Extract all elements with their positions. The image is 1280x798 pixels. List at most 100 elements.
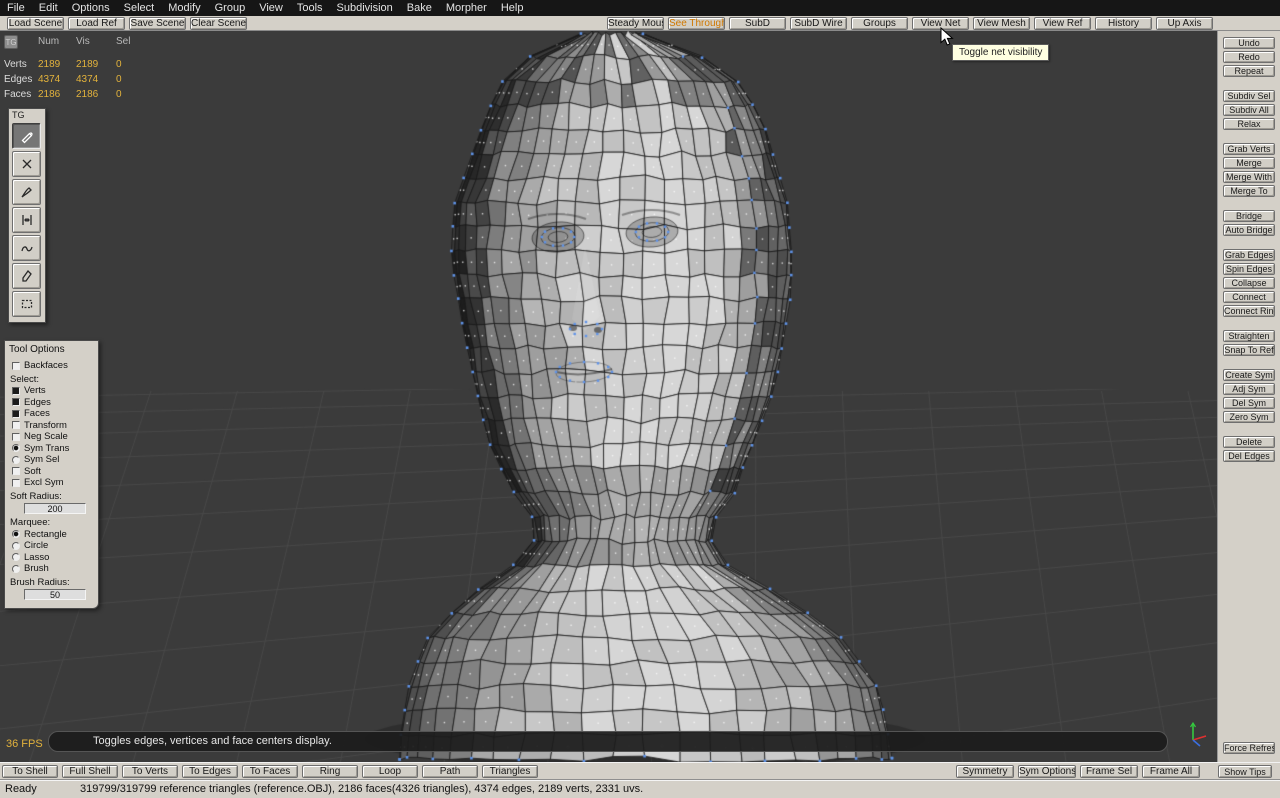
toolbar-button[interactable]: See Through (668, 17, 725, 30)
toolbar-button[interactable]: Groups (851, 17, 908, 30)
toolbar-button[interactable]: Path (422, 765, 478, 778)
toolbar-button[interactable]: SubD (729, 17, 786, 30)
toolbar-button[interactable]: Clear Scene (190, 17, 247, 30)
verts-checkbox[interactable]: Verts (9, 385, 94, 397)
action-button[interactable]: Spin Edges (1223, 263, 1275, 275)
toolbar-button[interactable]: View Ref (1034, 17, 1091, 30)
toolbar-button[interactable]: Ring (302, 765, 358, 778)
toolbar-button[interactable]: History (1095, 17, 1152, 30)
soft-checkbox[interactable]: Soft (9, 466, 94, 478)
rectangle-radio[interactable]: Rectangle (9, 529, 94, 541)
value-field[interactable]: 50 (24, 589, 86, 600)
draw-tool-button[interactable] (12, 123, 41, 149)
action-button[interactable]: Straighten (1223, 330, 1275, 342)
action-button[interactable]: Grab Verts (1223, 143, 1275, 155)
action-button[interactable]: Snap To Ref (1223, 344, 1275, 356)
action-button[interactable]: Repeat (1223, 65, 1275, 77)
control-box[interactable] (12, 530, 20, 538)
action-button[interactable]: Subdiv All (1223, 104, 1275, 116)
pen-tool-button[interactable] (12, 263, 41, 289)
circle-radio[interactable]: Circle (9, 540, 94, 552)
action-button[interactable]: Adj Sym (1223, 383, 1275, 395)
viewport-canvas[interactable] (0, 31, 1217, 762)
control-box[interactable] (12, 433, 20, 441)
toolbar-button[interactable]: Triangles (482, 765, 538, 778)
action-button[interactable]: Merge With (1223, 171, 1275, 183)
force-refresh-button[interactable]: Force Refresh (1223, 742, 1275, 754)
control-box[interactable] (12, 387, 20, 395)
lasso-radio[interactable]: Lasso (9, 552, 94, 564)
control-box[interactable] (12, 467, 20, 475)
delete-tool-button[interactable] (12, 151, 41, 177)
control-box[interactable] (12, 398, 20, 406)
tool-options-title[interactable]: Tool Options (9, 344, 94, 355)
toolbar-button[interactable]: To Faces (242, 765, 298, 778)
tool-palette-title[interactable]: TG (9, 109, 45, 121)
brush-tool-button[interactable] (12, 179, 41, 205)
control-box[interactable] (12, 479, 20, 487)
excl-sym-checkbox[interactable]: Excl Sym (9, 477, 94, 489)
toolbar-button[interactable]: Load Ref (68, 17, 125, 30)
action-button[interactable]: Undo (1223, 37, 1275, 49)
toolbar-button[interactable]: To Shell (2, 765, 58, 778)
neg-scale-checkbox[interactable]: Neg Scale (9, 431, 94, 443)
action-button[interactable]: Connect Ring (1223, 305, 1275, 317)
toolbar-button[interactable]: To Edges (182, 765, 238, 778)
menu-item[interactable]: Modify (161, 0, 207, 16)
action-button[interactable]: Collapse (1223, 277, 1275, 289)
action-button[interactable]: Redo (1223, 51, 1275, 63)
value-field[interactable]: 200 (24, 503, 86, 514)
action-button[interactable]: Del Sym (1223, 397, 1275, 409)
action-button[interactable]: Connect (1223, 291, 1275, 303)
brush-radius-input[interactable]: 50 (9, 588, 94, 601)
control-box[interactable] (12, 553, 20, 561)
toolbar-button[interactable]: Full Shell (62, 765, 118, 778)
toolbar-button[interactable]: Frame Sel (1080, 765, 1138, 778)
toolbar-button[interactable]: Steady Mouse (607, 17, 664, 30)
action-button[interactable]: Create Sym (1223, 369, 1275, 381)
toolbar-button[interactable]: Sym Options (1018, 765, 1076, 778)
action-button[interactable]: Zero Sym (1223, 411, 1275, 423)
menu-item[interactable]: Tools (290, 0, 330, 16)
menu-item[interactable]: File (0, 0, 32, 16)
control-box[interactable] (12, 444, 20, 452)
toolbar-button[interactable]: Save Scene (129, 17, 186, 30)
action-button[interactable]: Auto Bridge (1223, 224, 1275, 236)
toolbar-button[interactable]: SubD Wire (790, 17, 847, 30)
menu-item[interactable]: Select (117, 0, 162, 16)
show-tips-button[interactable]: Show Tips (1218, 765, 1272, 778)
toolbar-button[interactable]: Load Scene (7, 17, 64, 30)
menu-item[interactable]: Bake (400, 0, 439, 16)
marquee-select-tool-button[interactable] (12, 291, 41, 317)
menu-item[interactable]: Edit (32, 0, 65, 16)
soft-radius-input[interactable]: 200 (9, 502, 94, 515)
action-button[interactable]: Subdiv Sel (1223, 90, 1275, 102)
control-box[interactable] (12, 542, 20, 550)
menu-item[interactable]: Group (208, 0, 253, 16)
action-button[interactable]: Merge (1223, 157, 1275, 169)
edges-checkbox[interactable]: Edges (9, 397, 94, 409)
backfaces-checkbox[interactable]: Backfaces (9, 360, 94, 372)
faces-checkbox[interactable]: Faces (9, 408, 94, 420)
toolbar-button[interactable]: Symmetry (956, 765, 1014, 778)
control-box[interactable] (12, 421, 20, 429)
action-button[interactable]: Delete (1223, 436, 1275, 448)
action-button[interactable]: Grab Edges (1223, 249, 1275, 261)
menu-item[interactable]: View (252, 0, 290, 16)
menu-item[interactable]: Morpher (439, 0, 494, 16)
menu-item[interactable]: Options (65, 0, 117, 16)
brush-radio[interactable]: Brush (9, 563, 94, 575)
toolbar-button[interactable]: To Verts (122, 765, 178, 778)
action-button[interactable]: Bridge (1223, 210, 1275, 222)
toolbar-button[interactable]: View Mesh (973, 17, 1030, 30)
control-box[interactable] (12, 565, 20, 573)
sym-sel-radio[interactable]: Sym Sel (9, 454, 94, 466)
control-box[interactable] (12, 456, 20, 464)
tweak-tool-button[interactable] (12, 235, 41, 261)
action-button[interactable]: Merge To (1223, 185, 1275, 197)
action-button[interactable]: Relax (1223, 118, 1275, 130)
toolbar-button[interactable]: Loop (362, 765, 418, 778)
sym-trans-radio[interactable]: Sym Trans (9, 443, 94, 455)
toolbar-button[interactable]: Frame All (1142, 765, 1200, 778)
menu-item[interactable]: Help (494, 0, 531, 16)
